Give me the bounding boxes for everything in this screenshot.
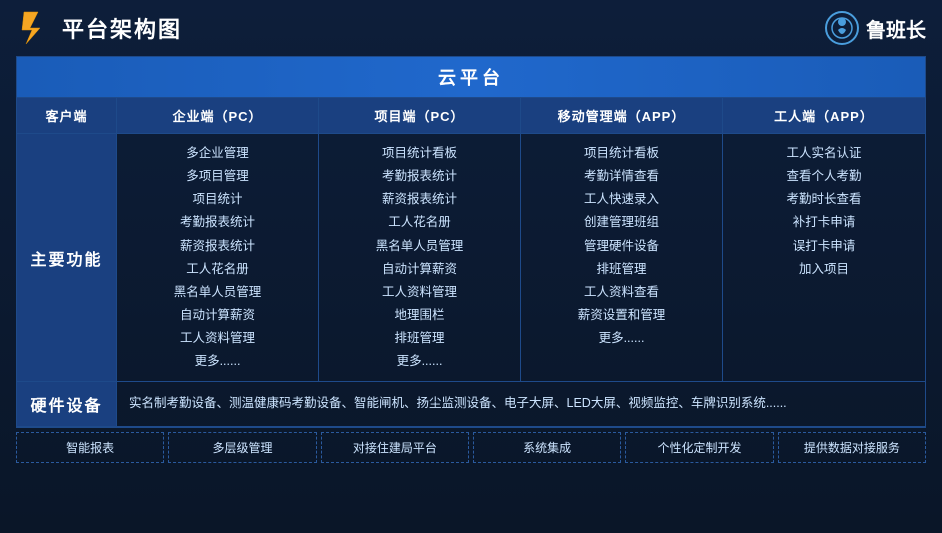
col-mobile: 移动管理端（APP） xyxy=(521,98,723,133)
list-item: 管理硬件设备 xyxy=(531,235,712,258)
hardware-content: 实名制考勤设备、测温健康码考勤设备、智能闸机、扬尘监测设备、电子大屏、LED大屏… xyxy=(117,382,925,426)
list-item: 考勤详情查看 xyxy=(531,165,712,188)
brand-logo: 鲁班长 xyxy=(824,10,926,46)
list-item: 排班管理 xyxy=(329,327,510,350)
features-row: 智能报表多层级管理对接住建局平台系统集成个性化定制开发提供数据对接服务 xyxy=(16,432,926,463)
col-worker: 工人端（APP） xyxy=(723,98,925,133)
feature-item: 提供数据对接服务 xyxy=(778,432,926,463)
list-item: 薪资报表统计 xyxy=(127,235,308,258)
page: 平台架构图 鲁班长 云平台 客户端 企业端（PC） 项目端（PC） 移动管理端（… xyxy=(0,0,942,533)
list-item: 更多...... xyxy=(531,327,712,350)
list-item: 工人快速录入 xyxy=(531,188,712,211)
column-headers: 客户端 企业端（PC） 项目端（PC） 移动管理端（APP） 工人端（APP） xyxy=(17,98,925,134)
list-item: 自动计算薪资 xyxy=(127,304,308,327)
list-item: 地理围栏 xyxy=(329,304,510,327)
feature-item: 智能报表 xyxy=(16,432,164,463)
col-project: 项目端（PC） xyxy=(319,98,521,133)
feature-item: 系统集成 xyxy=(473,432,621,463)
worker-content: 工人实名认证查看个人考勤考勤时长查看补打卡申请误打卡申请加入项目 xyxy=(723,134,925,381)
feature-item: 对接住建局平台 xyxy=(321,432,469,463)
col-client: 客户端 xyxy=(17,98,117,133)
main-function-row: 主要功能 多企业管理多项目管理项目统计考勤报表统计薪资报表统计工人花名册黑名单人… xyxy=(17,134,925,382)
list-item: 工人花名册 xyxy=(329,211,510,234)
list-item: 查看个人考勤 xyxy=(733,165,915,188)
list-item: 薪资设置和管理 xyxy=(531,304,712,327)
list-item: 加入项目 xyxy=(733,258,915,281)
brand-icon xyxy=(824,10,860,46)
brand-name: 鲁班长 xyxy=(866,14,926,43)
list-item: 考勤时长查看 xyxy=(733,188,915,211)
list-item: 多企业管理 xyxy=(127,142,308,165)
list-item: 项目统计看板 xyxy=(531,142,712,165)
list-item: 考勤报表统计 xyxy=(127,211,308,234)
project-content: 项目统计看板考勤报表统计薪资报表统计工人花名册黑名单人员管理自动计算薪资工人资料… xyxy=(319,134,521,381)
header-left: 平台架构图 xyxy=(16,10,182,46)
list-item: 考勤报表统计 xyxy=(329,165,510,188)
list-item: 项目统计 xyxy=(127,188,308,211)
list-item: 项目统计看板 xyxy=(329,142,510,165)
header: 平台架构图 鲁班长 xyxy=(16,10,926,46)
list-item: 更多...... xyxy=(127,350,308,373)
hardware-row: 硬件设备 实名制考勤设备、测温健康码考勤设备、智能闸机、扬尘监测设备、电子大屏、… xyxy=(17,382,925,427)
enterprise-content: 多企业管理多项目管理项目统计考勤报表统计薪资报表统计工人花名册黑名单人员管理自动… xyxy=(117,134,319,381)
logo-icon xyxy=(16,10,52,46)
hardware-label: 硬件设备 xyxy=(17,382,117,426)
main-table-wrapper: 云平台 客户端 企业端（PC） 项目端（PC） 移动管理端（APP） 工人端（A… xyxy=(16,56,926,428)
list-item: 薪资报表统计 xyxy=(329,188,510,211)
list-item: 工人资料管理 xyxy=(329,281,510,304)
list-item: 工人资料管理 xyxy=(127,327,308,350)
list-item: 黑名单人员管理 xyxy=(329,235,510,258)
list-item: 工人资料查看 xyxy=(531,281,712,304)
list-item: 工人实名认证 xyxy=(733,142,915,165)
list-item: 自动计算薪资 xyxy=(329,258,510,281)
list-item: 误打卡申请 xyxy=(733,235,915,258)
list-item: 补打卡申请 xyxy=(733,211,915,234)
page-title: 平台架构图 xyxy=(62,12,182,44)
col-enterprise: 企业端（PC） xyxy=(117,98,319,133)
mobile-content: 项目统计看板考勤详情查看工人快速录入创建管理班组管理硬件设备排班管理工人资料查看… xyxy=(521,134,723,381)
list-item: 工人花名册 xyxy=(127,258,308,281)
main-function-label: 主要功能 xyxy=(17,134,117,381)
cloud-header: 云平台 xyxy=(17,57,925,98)
list-item: 更多...... xyxy=(329,350,510,373)
list-item: 多项目管理 xyxy=(127,165,308,188)
list-item: 排班管理 xyxy=(531,258,712,281)
list-item: 创建管理班组 xyxy=(531,211,712,234)
list-item: 黑名单人员管理 xyxy=(127,281,308,304)
feature-item: 多层级管理 xyxy=(168,432,316,463)
feature-item: 个性化定制开发 xyxy=(625,432,773,463)
